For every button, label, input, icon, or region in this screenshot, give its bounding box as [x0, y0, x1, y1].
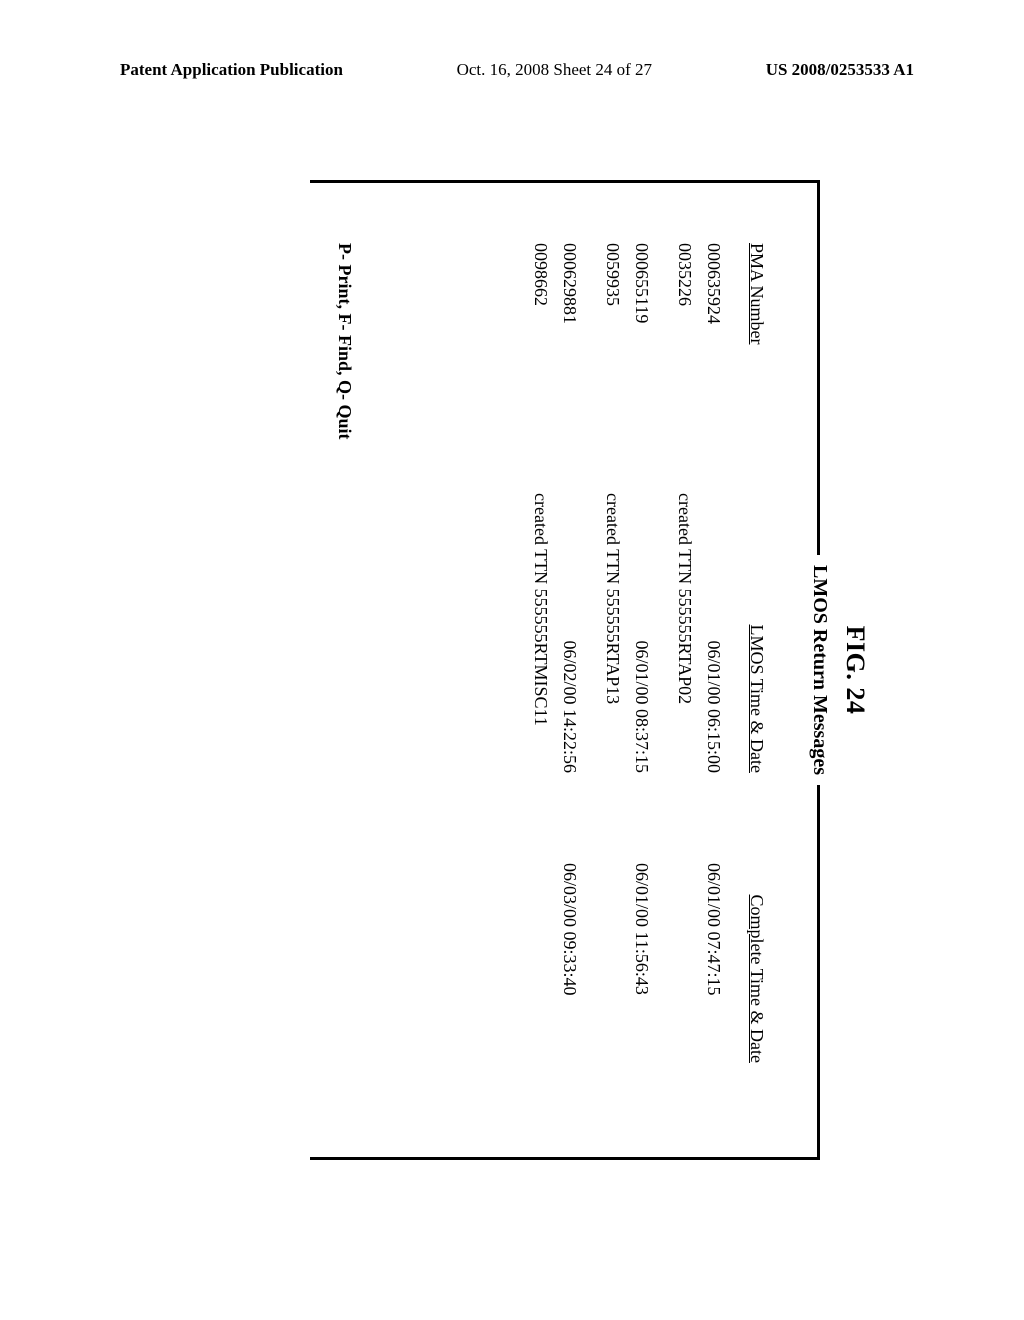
- table-row: created TTN 555555RTMISC11: [526, 493, 555, 1103]
- table-row: 06/01/00 08:37:15: [627, 493, 656, 793]
- panel-title: LMOS Return Messages: [808, 555, 831, 785]
- table-row: 0035226: [670, 243, 699, 483]
- help-keys: P- Print, F- Find, Q- Quit: [334, 243, 355, 440]
- table-row: 0059935: [598, 243, 627, 483]
- pub-type: Patent Application Publication: [120, 60, 343, 80]
- pub-date-sheet: Oct. 16, 2008 Sheet 24 of 27: [457, 60, 652, 80]
- table-row: created TTN 555555RTAP13: [598, 493, 627, 1103]
- page-header: Patent Application Publication Oct. 16, …: [0, 60, 1024, 80]
- figure-container: FIG. 24 LMOS Return Messages PMA Number …: [260, 180, 870, 1160]
- table-row: 06/01/00 07:47:15: [699, 803, 728, 1103]
- table-row: 000655119: [627, 243, 656, 483]
- table-row: 000635924: [699, 243, 728, 483]
- pub-number: US 2008/0253533 A1: [766, 60, 914, 80]
- table-row: 06/01/00 11:56:43: [627, 803, 656, 1103]
- col-complete: Complete Time & Date: [746, 803, 767, 1103]
- table-row: 000629881: [555, 243, 584, 483]
- table-row: 06/03/00 09:33:40: [555, 803, 584, 1103]
- lmos-panel: LMOS Return Messages PMA Number LMOS Tim…: [310, 180, 820, 1160]
- message-table: PMA Number LMOS Time & Date Complete Tim…: [512, 243, 767, 1127]
- table-row: created TTN 555555RTAP02: [670, 493, 699, 1103]
- table-row: 0098662: [526, 243, 555, 483]
- table-row: 06/01/00 06:15:00: [699, 493, 728, 793]
- col-lmos: LMOS Time & Date: [746, 493, 767, 793]
- figure-label: FIG. 24: [840, 180, 870, 1160]
- table-row: 06/02/00 14:22:56: [555, 493, 584, 793]
- col-pma: PMA Number: [746, 243, 767, 483]
